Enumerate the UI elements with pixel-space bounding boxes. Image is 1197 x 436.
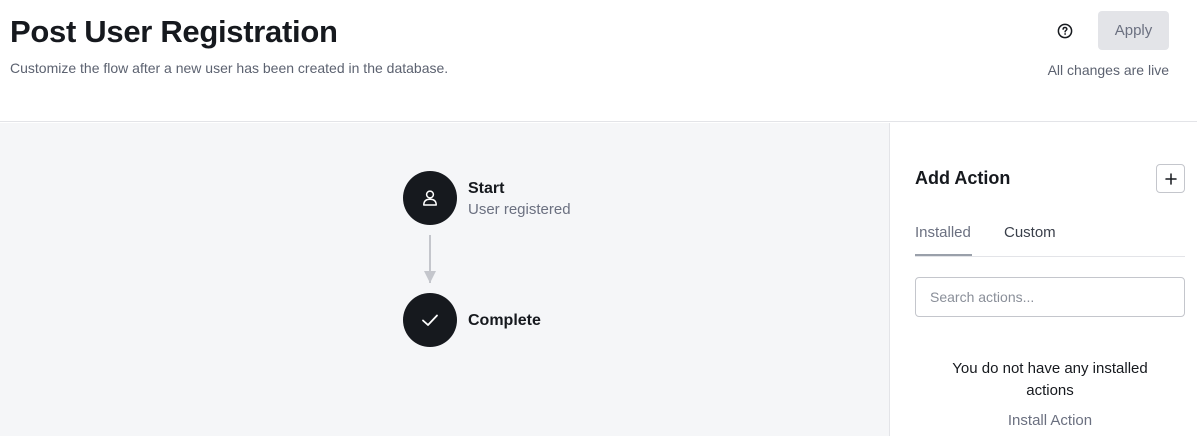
check-icon xyxy=(422,314,438,326)
start-node[interactable] xyxy=(403,171,457,225)
start-node-title: Start xyxy=(468,180,505,197)
install-action-link[interactable]: Install Action xyxy=(930,412,1170,429)
page-subtitle: Customize the flow after a new user has … xyxy=(10,60,449,76)
tab-installed[interactable]: Installed xyxy=(915,224,971,241)
action-tabs: Installed Custom xyxy=(915,220,1185,257)
question-circle-icon[interactable] xyxy=(1052,18,1078,44)
complete-node-title: Complete xyxy=(468,312,541,329)
active-tab-indicator xyxy=(915,254,972,256)
empty-state-message: You do not have any installed actions xyxy=(952,360,1148,399)
search-actions-input[interactable] xyxy=(915,277,1185,317)
flow-canvas: Start User registered Complete xyxy=(0,123,889,436)
panel-title: Add Action xyxy=(915,168,1011,188)
live-status-text: All changes are live xyxy=(1047,62,1169,78)
start-node-subtitle: User registered xyxy=(468,201,571,218)
apply-button[interactable]: Apply xyxy=(1098,11,1169,50)
user-icon xyxy=(423,190,437,206)
add-action-button[interactable] xyxy=(1156,164,1185,193)
arrow-down-icon xyxy=(424,271,436,283)
tab-custom[interactable]: Custom xyxy=(1004,224,1056,241)
page-title: Post User Registration xyxy=(10,14,338,49)
page-header: Post User Registration Customize the flo… xyxy=(0,0,1197,122)
complete-node[interactable] xyxy=(403,293,457,347)
plus-icon xyxy=(1164,172,1177,185)
add-action-panel: Add Action Installed Custom You do not h… xyxy=(889,123,1197,436)
